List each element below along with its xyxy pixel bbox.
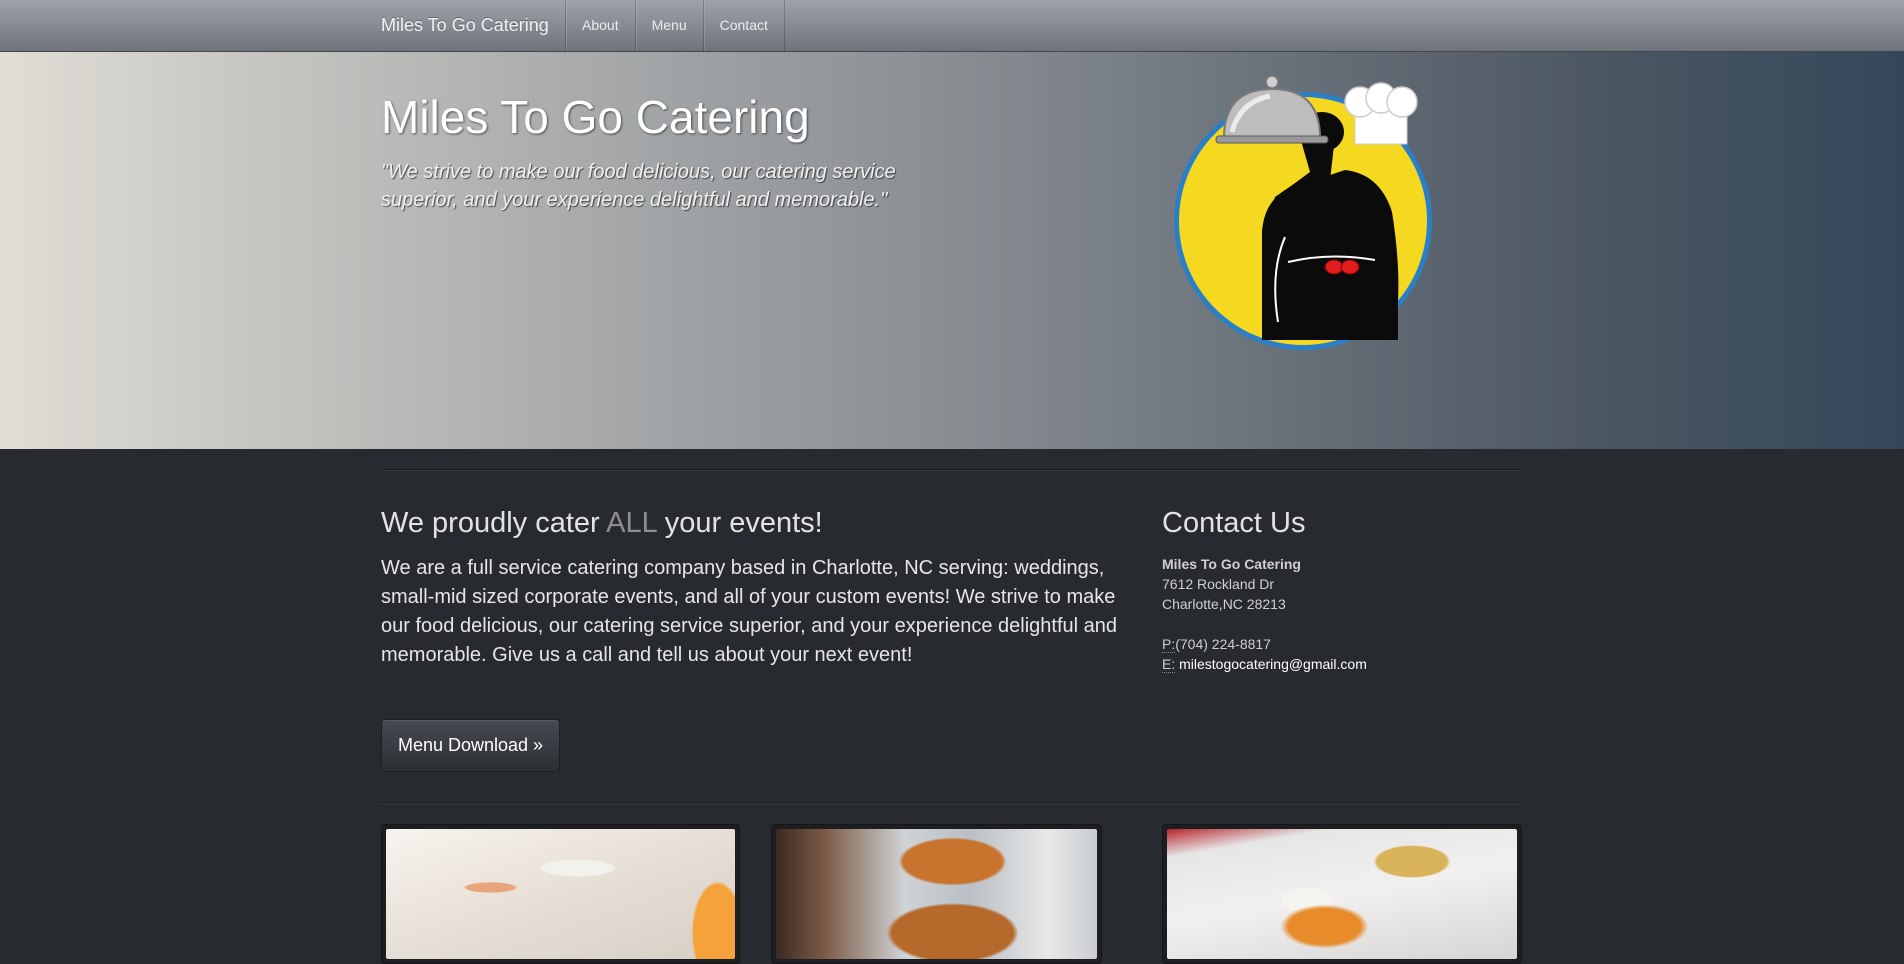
main-heading-accent: ALL [606,507,657,539]
contact-phone: (704) 224-8817 [1175,636,1271,652]
contact-street: 7612 Rockland Dr [1162,576,1275,592]
email-label: E: [1162,656,1176,673]
buffet-photo [386,829,735,959]
gallery-thumbnail-wings[interactable] [771,824,1102,964]
divider [381,802,1522,804]
contact-email-line: E: milestogocatering@gmail.com [1162,654,1367,674]
contact-company: Miles To Go Catering [1162,556,1301,572]
nav-link-menu[interactable]: Menu [634,0,703,51]
divider [381,469,1522,471]
menu-download-button[interactable]: Menu Download » [381,719,560,772]
contact-address: Miles To Go Catering 7612 Rockland Dr Ch… [1162,554,1367,674]
gallery-thumbnail-salad[interactable] [1162,824,1522,964]
contact-city: Charlotte,NC 28213 [1162,596,1286,612]
nav-link-about[interactable]: About [565,0,635,51]
phone-label: P: [1162,636,1176,653]
hero-quote: "We strive to make our food delicious, o… [381,161,896,211]
contact-email-link[interactable]: milestogocatering@gmail.com [1179,656,1367,672]
chicken-wings-photo [776,829,1097,959]
contact-phone-line: P:(704) 224-8817 [1162,634,1367,654]
contact-gap [1162,614,1367,634]
chef-car-logo-icon [1174,75,1432,350]
gallery-thumbnail-buffet[interactable] [381,824,740,964]
salad-table-photo [1167,829,1517,959]
main-heading-text: We proudly cater [381,507,607,539]
hero-banner: Miles To Go Catering "We strive to make … [0,52,1904,449]
main-heading: We proudly cater ALL your events! [381,507,823,540]
nav-links: About Menu Contact [565,0,785,51]
navbar-brand[interactable]: Miles To Go Catering [381,15,549,36]
intro-paragraph: We are a full service catering company b… [381,557,1117,666]
main-heading-text-end: your events! [656,507,823,539]
navbar: Miles To Go Catering About Menu Contact [0,0,1904,52]
contact-heading: Contact Us [1162,507,1306,539]
nav-link-contact[interactable]: Contact [702,0,785,51]
hero-title: Miles To Go Catering [381,91,810,143]
